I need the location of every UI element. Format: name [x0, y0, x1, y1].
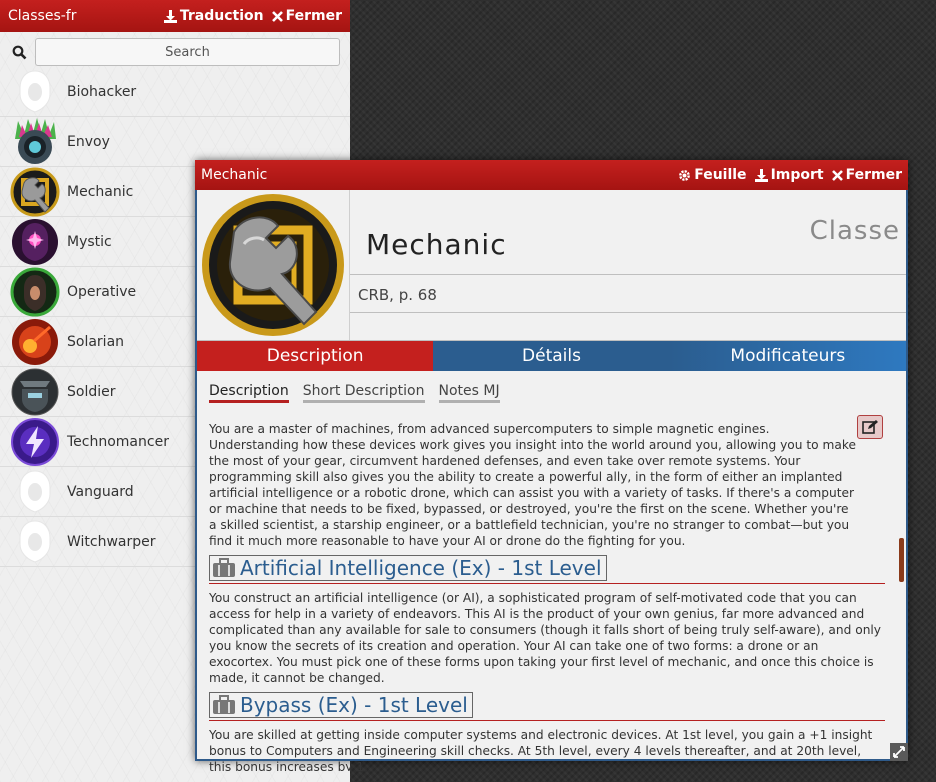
hooded-figure-icon: [19, 69, 51, 113]
divider: [350, 312, 906, 313]
sheet-button[interactable]: Feuille: [678, 167, 747, 183]
lightning-icon: [11, 417, 59, 466]
class-name: Mechanic: [366, 228, 507, 261]
scrollbar-thumb[interactable]: [899, 538, 904, 582]
class-label: Mystic: [67, 233, 112, 250]
class-label: Vanguard: [67, 483, 134, 500]
class-intro-text: You are a master of machines, from advan…: [209, 422, 856, 548]
section-text: You are skilled at getting inside comput…: [209, 728, 873, 771]
soldier-icon: [11, 368, 59, 415]
close-icon: [831, 169, 843, 181]
window-title: Mechanic: [201, 167, 268, 183]
translate-button[interactable]: Traduction: [163, 8, 264, 24]
tab-details[interactable]: Détails: [433, 341, 670, 371]
import-button[interactable]: Import: [754, 167, 824, 183]
search-icon: [12, 45, 27, 59]
subtab-gm-notes[interactable]: Notes MJ: [438, 383, 500, 403]
close-button[interactable]: Fermer: [831, 167, 902, 183]
class-label: Technomancer: [67, 433, 169, 450]
edit-icon: [862, 420, 878, 434]
class-detail-window: Mechanic Feuille Import Fermer Mechanic …: [195, 160, 908, 771]
subtab-description[interactable]: Description: [209, 383, 289, 403]
class-header: Mechanic Classe CRB, p. 68: [197, 190, 906, 341]
class-portrait[interactable]: [197, 190, 350, 340]
item-type: Classe: [809, 216, 900, 246]
hooded-figure-icon: [19, 469, 51, 513]
close-icon: [271, 10, 283, 22]
hooded-figure-icon: [19, 519, 51, 563]
section-heading: Bypass (Ex) - 1st Level: [209, 692, 885, 721]
class-label: Operative: [67, 283, 137, 300]
section-title: Artificial Intelligence (Ex) - 1st Level: [240, 556, 602, 580]
divider: [350, 274, 906, 275]
class-label: Biohacker: [67, 83, 137, 100]
edit-button[interactable]: [857, 415, 883, 439]
section-title-box: Bypass (Ex) - 1st Level: [209, 692, 473, 718]
class-label: Solarian: [67, 333, 125, 350]
class-item-biohacker[interactable]: Biohacker: [0, 67, 350, 117]
detail-titlebar[interactable]: Mechanic Feuille Import Fermer: [195, 160, 908, 190]
resize-handle[interactable]: [890, 743, 908, 761]
source-reference: CRB, p. 68: [358, 286, 437, 304]
download-icon: [163, 9, 177, 23]
wrench-icon: [202, 194, 344, 336]
close-button[interactable]: Fermer: [271, 8, 342, 24]
class-header-info: Mechanic Classe CRB, p. 68: [350, 190, 906, 340]
class-label: Mechanic: [67, 183, 134, 200]
search-input[interactable]: [35, 38, 340, 66]
classes-panel-titlebar[interactable]: Classes-fr Traduction Fermer: [0, 0, 350, 32]
operative-icon: [10, 267, 60, 316]
class-label: Soldier: [67, 383, 116, 400]
wrench-icon: [10, 167, 60, 216]
tab-description[interactable]: Description: [197, 341, 434, 371]
mystic-icon: [12, 218, 58, 265]
description-body: Description Short Description Notes MJ Y…: [197, 371, 906, 771]
resize-icon: [893, 746, 905, 758]
solarian-icon: [12, 318, 58, 365]
class-label: Envoy: [67, 133, 110, 150]
section-text: You construct an artificial intelligence…: [209, 591, 882, 685]
class-label: Witchwarper: [67, 533, 156, 550]
sub-tabs: Description Short Description Notes MJ: [209, 371, 890, 403]
search-row: [0, 32, 350, 66]
gear-icon: [679, 169, 691, 181]
download-icon: [754, 168, 768, 182]
briefcase-icon: [213, 695, 235, 714]
tab-modifiers[interactable]: Modificateurs: [669, 341, 906, 371]
main-tabs: Description Détails Modificateurs: [197, 341, 906, 371]
briefcase-icon: [213, 558, 235, 577]
subtab-short-description[interactable]: Short Description: [302, 383, 425, 403]
section-title-box: Artificial Intelligence (Ex) - 1st Level: [209, 555, 607, 581]
section-heading: Artificial Intelligence (Ex) - 1st Level: [209, 555, 885, 584]
panel-title: Classes-fr: [8, 8, 77, 24]
section-title: Bypass (Ex) - 1st Level: [240, 693, 468, 717]
envoy-icon: [15, 117, 56, 164]
